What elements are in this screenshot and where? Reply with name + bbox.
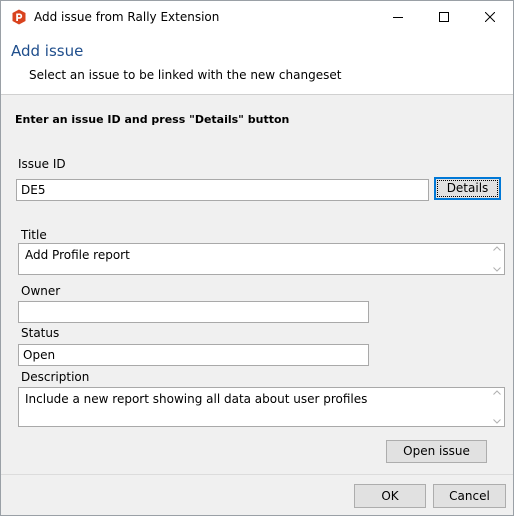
close-button[interactable] bbox=[467, 1, 513, 32]
title-bar[interactable]: Add issue from Rally Extension bbox=[1, 1, 513, 32]
title-textarea[interactable]: Add Profile report bbox=[18, 243, 505, 275]
details-button-label: Details bbox=[446, 181, 489, 195]
rally-app-icon bbox=[11, 9, 27, 25]
ok-button[interactable]: OK bbox=[354, 484, 426, 508]
cancel-button[interactable]: Cancel bbox=[433, 484, 506, 508]
window-title: Add issue from Rally Extension bbox=[34, 10, 220, 24]
close-icon bbox=[485, 11, 495, 22]
open-issue-button[interactable]: Open issue bbox=[386, 440, 487, 463]
details-button[interactable]: Details bbox=[434, 177, 501, 200]
scroll-down-icon[interactable] bbox=[493, 419, 501, 424]
dialog-window: Add issue from Rally Extension Add issue… bbox=[0, 0, 514, 516]
title-scrollbar[interactable] bbox=[492, 246, 502, 272]
description-textarea[interactable]: Include a new report showing all data ab… bbox=[18, 387, 505, 427]
dialog-header: Add issue Select an issue to be linked w… bbox=[1, 32, 513, 95]
title-value: Add Profile report bbox=[25, 248, 130, 262]
header-subtitle: Select an issue to be linked with the ne… bbox=[29, 68, 342, 82]
title-label: Title bbox=[21, 228, 47, 242]
maximize-icon bbox=[439, 11, 449, 22]
minimize-icon bbox=[393, 16, 403, 18]
minimize-button[interactable] bbox=[375, 1, 421, 32]
issue-id-label: Issue ID bbox=[18, 157, 66, 171]
scroll-up-icon[interactable] bbox=[493, 246, 501, 251]
scroll-up-icon[interactable] bbox=[493, 390, 501, 395]
maximize-button[interactable] bbox=[421, 1, 467, 32]
status-input[interactable]: Open bbox=[18, 344, 369, 366]
status-label: Status bbox=[21, 326, 60, 340]
description-label: Description bbox=[21, 370, 90, 384]
description-value: Include a new report showing all data ab… bbox=[25, 392, 368, 406]
owner-input[interactable] bbox=[18, 301, 369, 323]
description-scrollbar[interactable] bbox=[492, 390, 502, 424]
instruction-text: Enter an issue ID and press "Details" bu… bbox=[15, 113, 290, 126]
header-title: Add issue bbox=[11, 42, 84, 60]
owner-label: Owner bbox=[21, 284, 61, 298]
issue-id-input[interactable]: DE5 bbox=[16, 179, 429, 201]
scroll-down-icon[interactable] bbox=[493, 267, 501, 272]
